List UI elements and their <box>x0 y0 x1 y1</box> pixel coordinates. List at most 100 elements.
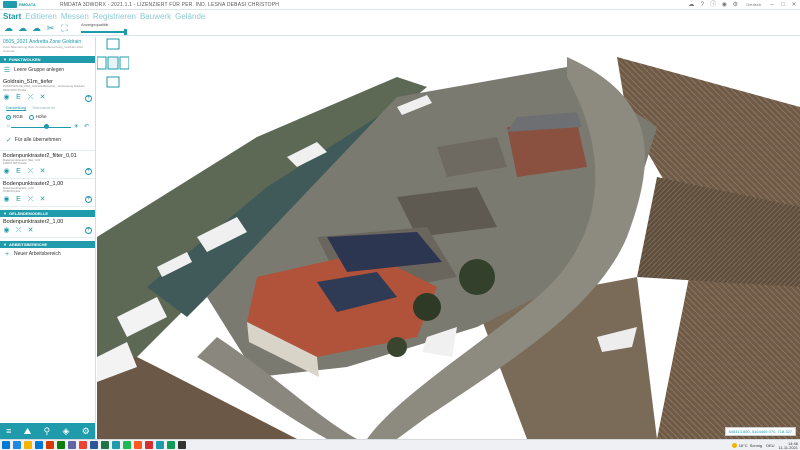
visibility-eye-icon[interactable]: ◉ <box>3 94 10 102</box>
taskbar-app-icon[interactable] <box>68 441 76 449</box>
taskbar-app-icon[interactable] <box>57 441 65 449</box>
taskbar-app-icon[interactable] <box>90 441 98 449</box>
add-icon[interactable]: + <box>85 94 92 102</box>
empty-group-button[interactable]: ☰ Leere Gruppe anlegen <box>0 63 95 77</box>
menu-messen[interactable]: Messen <box>61 12 89 21</box>
view-cube[interactable] <box>97 37 129 93</box>
settings-gear-icon[interactable]: ⚙ <box>82 426 90 437</box>
add-icon[interactable]: + <box>85 196 92 204</box>
cloud-import-icon[interactable]: ☁ <box>3 23 14 34</box>
remove-icon[interactable]: ✕ <box>27 227 34 235</box>
fit-view-icon[interactable]: ⛶ <box>59 23 70 34</box>
tree <box>387 337 407 357</box>
menu-editieren[interactable]: Editieren <box>25 12 57 21</box>
quality-knob[interactable] <box>124 28 128 35</box>
section-terrain-models[interactable]: ▼ GELÄNDEMODELLE <box>0 209 95 217</box>
section-workspaces[interactable]: ▼ ARBEITSBEREICHE <box>0 240 95 248</box>
terrain-item[interactable]: Bodenpunktraster2_1,00 ◉ ⤫ ✕ + <box>0 217 95 238</box>
toolbar: ☁ ☁ ☁ ✂ ⛶ Anzeigequalität <box>0 22 800 36</box>
layer-item[interactable]: Goldrain_51m_tiefer PUNKTWOLKE_2021_Andr… <box>0 77 95 151</box>
taskbar-app-icon[interactable] <box>145 441 153 449</box>
display-tabs: Darstellung Standardinfo <box>3 102 92 112</box>
taskbar-app-icon[interactable] <box>35 441 43 449</box>
filter-icon[interactable]: ⤫ <box>15 227 22 235</box>
terrain-actions: ◉ ⤫ ✕ + <box>3 227 92 235</box>
weather-widget[interactable]: 16°C Sonnig <box>731 443 762 448</box>
terrain-icon[interactable]: ⛰ <box>24 426 32 437</box>
help-icon[interactable]: ? <box>698 1 706 8</box>
cloud-icon[interactable]: ☁ <box>687 1 695 8</box>
reset-icon[interactable]: ↶ <box>84 123 89 130</box>
settings-icon[interactable]: ⚙ <box>731 1 739 8</box>
taskbar-app-icon[interactable] <box>24 441 32 449</box>
menu-gelaende[interactable]: Gelände <box>175 12 205 21</box>
start-button[interactable] <box>2 441 10 449</box>
visibility-eye-icon[interactable]: ◉ <box>3 168 10 176</box>
visibility-eye-icon[interactable]: ◉ <box>3 196 10 204</box>
taskbar-app-icon[interactable] <box>46 441 54 449</box>
remove-icon[interactable]: ✕ <box>39 196 46 204</box>
new-workspace-button[interactable]: + Neuer Arbeitsbereich <box>0 248 95 261</box>
radio-rgb[interactable]: RGB <box>6 114 23 120</box>
apply-all-button[interactable]: ✓ Für alle übernehmen <box>3 133 92 148</box>
layer-actions: ◉ E ⤫ ✕ + <box>3 168 92 176</box>
language-indicator[interactable]: DEU <box>766 443 774 448</box>
info-icon[interactable]: ⓘ <box>709 1 717 8</box>
tab-standardinfo[interactable]: Standardinfo <box>32 105 55 111</box>
collapse-arrow-icon: ▼ <box>3 57 7 62</box>
close-icon[interactable]: ✕ <box>790 1 798 8</box>
taskbar-app-icon[interactable] <box>13 441 21 449</box>
network-icon[interactable]: ⚲ <box>44 426 51 437</box>
filter-icon[interactable]: ⤫ <box>27 94 34 102</box>
add-icon[interactable]: + <box>85 168 92 176</box>
edit-e-icon[interactable]: E <box>15 168 22 176</box>
cloud-upload-icon[interactable]: ☁ <box>17 23 28 34</box>
taskbar-app-icon[interactable] <box>101 441 109 449</box>
filter-icon[interactable]: ⤫ <box>27 168 34 176</box>
logo-text: RMDATA <box>19 2 36 7</box>
opacity-knob[interactable] <box>44 123 49 129</box>
menu-registrieren[interactable]: Registrieren <box>93 12 136 21</box>
remove-icon[interactable]: ✕ <box>39 168 46 176</box>
crop-icon[interactable]: ✂ <box>45 23 56 34</box>
brightness-low-icon: ☼ <box>6 122 11 129</box>
taskbar-app-icon[interactable] <box>123 441 131 449</box>
menu-start[interactable]: Start <box>3 12 21 21</box>
layer-meta-count: 87300 Punkte <box>3 189 21 194</box>
layers-icon[interactable]: ◈ <box>63 426 70 437</box>
3d-viewport[interactable]: 645413.850, 5164469.070, 718.327 <box>97 37 800 439</box>
opacity-slider[interactable]: ☼ ☀ ↶ <box>6 123 89 133</box>
collapse-arrow-icon: ▼ <box>3 210 7 216</box>
language-select[interactable]: Deutsch <box>746 2 761 7</box>
quality-track <box>81 30 127 33</box>
layer-item[interactable]: Bodenpunktraster2_1,00 Bodenpunktraster2… <box>0 179 95 207</box>
minimize-icon[interactable]: – <box>768 1 776 8</box>
edit-e-icon[interactable]: E <box>15 196 22 204</box>
database-icon[interactable]: ≡ <box>6 426 11 436</box>
cloud-sync-icon[interactable]: ☁ <box>31 23 42 34</box>
edit-e-icon[interactable]: E <box>15 94 22 102</box>
tab-darstellung[interactable]: Darstellung <box>6 105 27 112</box>
taskbar-app-icon[interactable] <box>167 441 175 449</box>
taskbar-app-icon[interactable] <box>134 441 142 449</box>
maximize-icon[interactable]: □ <box>779 1 787 8</box>
remove-icon[interactable]: ✕ <box>39 94 46 102</box>
taskbar-app-icon[interactable] <box>112 441 120 449</box>
taskbar-app-icon[interactable] <box>156 441 164 449</box>
coordinate-readout: 645413.850, 5164469.070, 718.327 <box>724 427 796 436</box>
taskbar-app-icon[interactable] <box>178 441 186 449</box>
system-tray: 16°C Sonnig DEU 14:46 11.11.2021 <box>731 440 798 450</box>
section-point-clouds[interactable]: ▼ PUNKTWOLKEN <box>0 56 95 63</box>
radio-height[interactable]: Höhe <box>28 114 47 120</box>
filter-icon[interactable]: ⤫ <box>27 196 34 204</box>
radio-rgb-label: RGB <box>13 114 23 120</box>
app-logo: RMDATA <box>0 0 52 10</box>
menu-bauwerk[interactable]: Bauwerk <box>140 12 171 21</box>
visibility-eye-icon[interactable]: ◉ <box>3 227 10 235</box>
user-icon[interactable]: ◉ <box>720 1 728 8</box>
layer-item[interactable]: Bodenpunktraster2_filter_0,01 Bodenpunkt… <box>0 151 95 179</box>
clock[interactable]: 14:46 11.11.2021 <box>779 441 798 450</box>
taskbar-app-icon[interactable] <box>79 441 87 449</box>
add-icon[interactable]: + <box>85 227 92 235</box>
quality-slider[interactable]: Anzeigequalität <box>81 22 131 36</box>
